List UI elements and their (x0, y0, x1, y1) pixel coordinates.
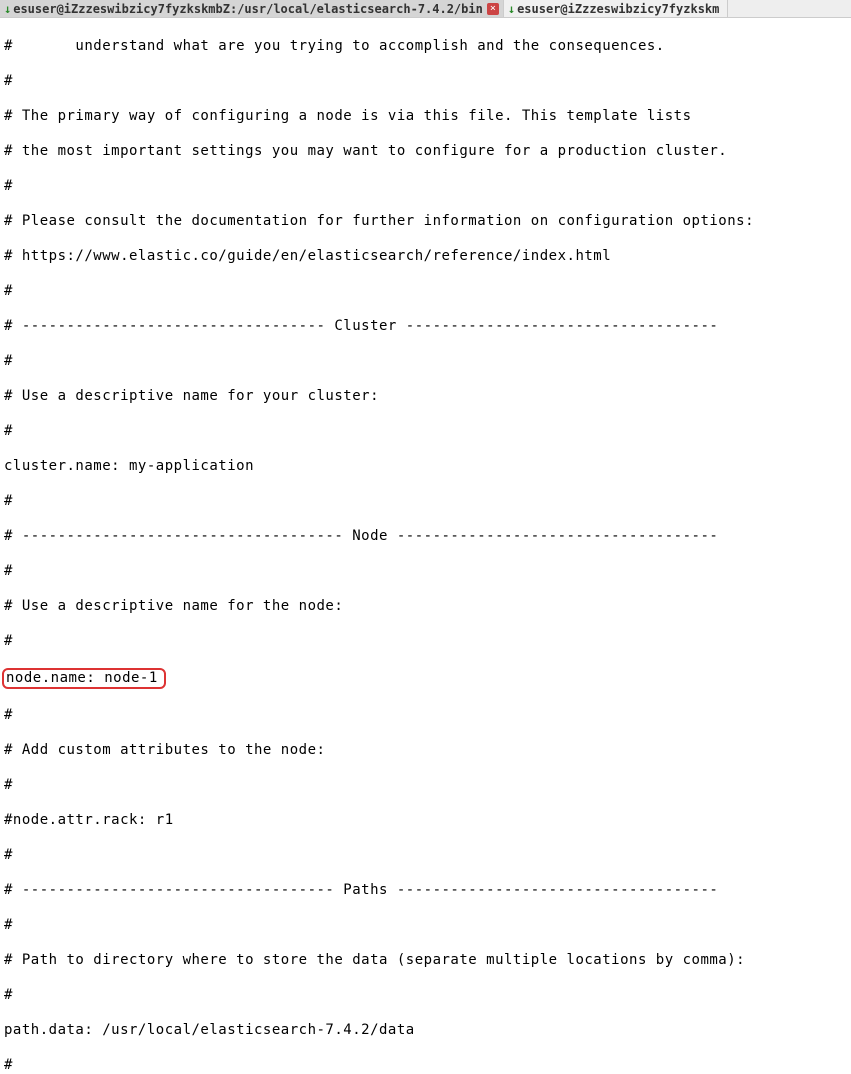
config-line: # The primary way of configuring a node … (4, 108, 847, 126)
config-line: # understand what are you trying to acco… (4, 38, 847, 56)
config-line: # (4, 777, 847, 795)
tab-title-right: esuser@iZzzeswibzicy7fyzkskm (517, 2, 719, 16)
config-line: # Use a descriptive name for your cluste… (4, 388, 847, 406)
config-line: # ---------------------------------- Clu… (4, 318, 847, 336)
config-line: # https://www.elastic.co/guide/en/elasti… (4, 248, 847, 266)
config-line: # (4, 563, 847, 581)
config-line: cluster.name: my-application (4, 458, 847, 476)
config-line: # ----------------------------------- Pa… (4, 882, 847, 900)
config-line: # (4, 917, 847, 935)
config-line: path.data: /usr/local/elasticsearch-7.4.… (4, 1022, 847, 1040)
config-line: # (4, 353, 847, 371)
terminal-tab-active[interactable]: ↓ esuser@iZzzeswibzicy7fyzkskmbZ:/usr/lo… (0, 0, 504, 17)
config-line: # (4, 283, 847, 301)
config-line: # (4, 423, 847, 441)
config-line: # (4, 987, 847, 1005)
config-line: # Path to directory where to store the d… (4, 952, 847, 970)
close-icon[interactable]: × (487, 3, 499, 15)
config-line-highlighted: node.name: node-1 (4, 668, 847, 690)
config-line: # (4, 707, 847, 725)
config-line: # (4, 178, 847, 196)
config-line: # the most important settings you may wa… (4, 143, 847, 161)
config-line: # (4, 73, 847, 91)
arrow-down-icon: ↓ (4, 2, 11, 16)
config-line: # Please consult the documentation for f… (4, 213, 847, 231)
arrow-down-icon: ↓ (508, 2, 515, 16)
config-line: # (4, 1057, 847, 1074)
tab-title-left: esuser@iZzzeswibzicy7fyzkskmbZ:/usr/loca… (13, 2, 483, 16)
config-line: # (4, 493, 847, 511)
config-line: # (4, 847, 847, 865)
config-line: # (4, 633, 847, 651)
tab-bar: ↓ esuser@iZzzeswibzicy7fyzkskmbZ:/usr/lo… (0, 0, 851, 18)
terminal-tab-inactive[interactable]: ↓ esuser@iZzzeswibzicy7fyzkskm (504, 0, 729, 17)
config-line: # Use a descriptive name for the node: (4, 598, 847, 616)
highlight-annotation: node.name: node-1 (2, 668, 166, 690)
config-line: # Add custom attributes to the node: (4, 742, 847, 760)
config-line: #node.attr.rack: r1 (4, 812, 847, 830)
config-line: # ------------------------------------ N… (4, 528, 847, 546)
text-editor-content[interactable]: # understand what are you trying to acco… (0, 18, 851, 1074)
